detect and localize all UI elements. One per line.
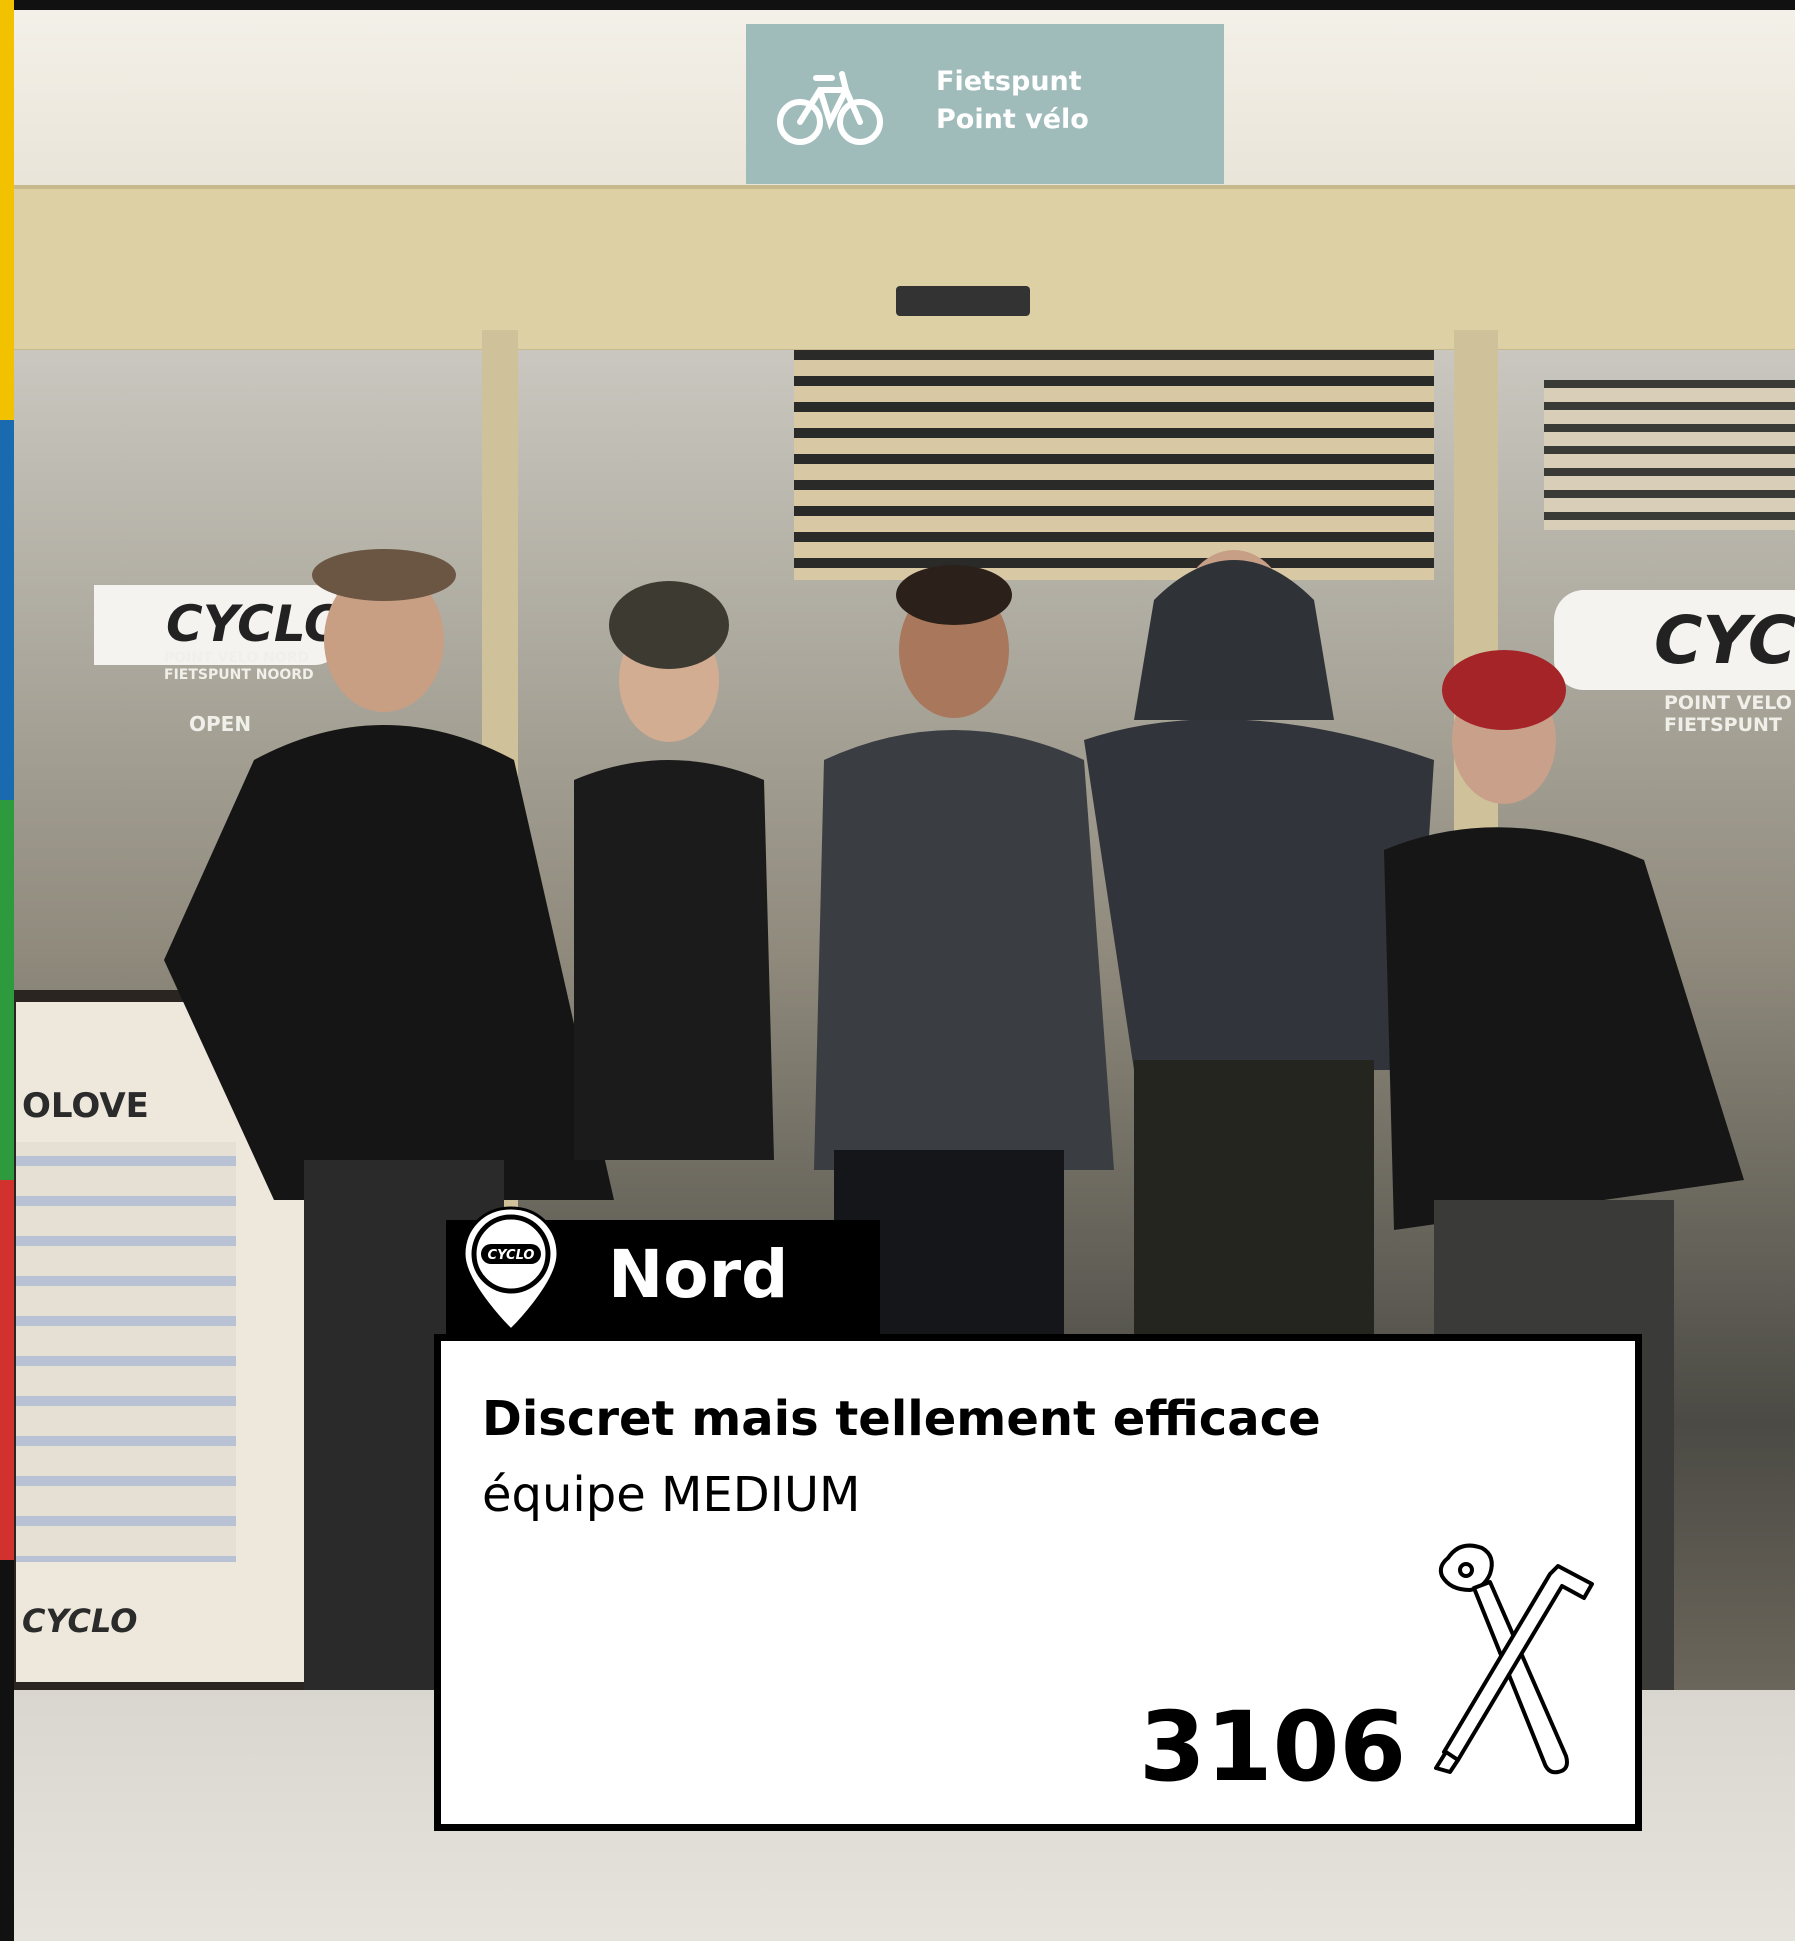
pin-logo-text: CYCLO [488,1248,535,1263]
team-name: équipe MEDIUM [482,1467,861,1523]
location-tab: CYCLO Nord [446,1206,880,1340]
team-score: 3106 [1139,1691,1407,1803]
location-name: Nord [608,1236,789,1313]
person-4 [1084,550,1434,1340]
person-2 [574,581,774,1160]
team-tagline: Discret mais tellement efficace [482,1391,1321,1447]
poster: Fietspunt Point vélo CYCLO POINT VELO NO… [0,0,1795,1941]
team-info-card: Discret mais tellement efficace équipe M… [434,1334,1642,1831]
location-pin-icon: CYCLO [462,1206,560,1333]
bike-tools-icon [1434,1543,1594,1775]
